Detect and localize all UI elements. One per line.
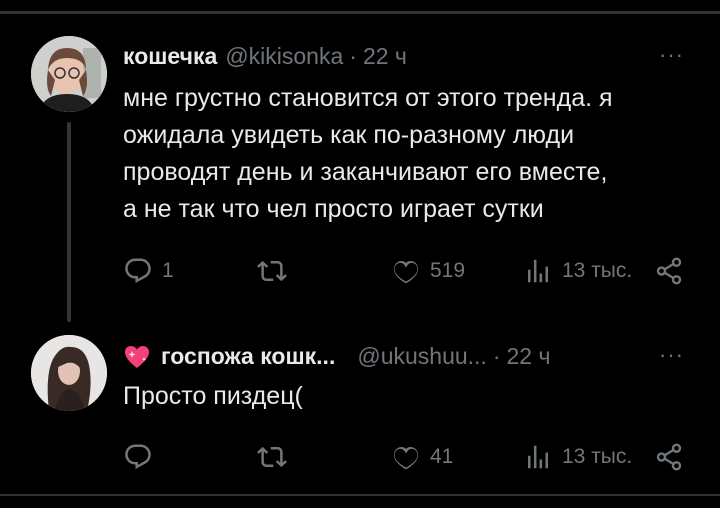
repost-button[interactable] — [257, 442, 296, 472]
bottom-divider — [0, 494, 720, 496]
reply-button[interactable]: 1 — [123, 256, 174, 286]
share-icon — [656, 443, 682, 471]
reply-icon — [125, 444, 151, 470]
heart-icon — [393, 446, 419, 470]
reply-button[interactable] — [123, 442, 162, 472]
tweet-text: Просто пиздец( — [123, 382, 303, 410]
action-bar: 1 519 13 тыс. — [123, 256, 689, 286]
share-button[interactable] — [654, 256, 684, 286]
share-button[interactable] — [654, 442, 684, 472]
reply-count: 1 — [162, 259, 174, 282]
tweet-header: госпожа кошк... @ukushuu... · 22 ч — [123, 343, 550, 370]
share-icon — [656, 257, 682, 285]
views-count: 13 тыс. — [562, 259, 633, 282]
timestamp[interactable]: 22 ч — [507, 343, 551, 370]
top-divider — [0, 11, 720, 14]
separator: · — [492, 343, 501, 369]
repost-button[interactable] — [257, 256, 296, 286]
like-count: 519 — [430, 259, 466, 282]
avatar[interactable] — [31, 335, 107, 411]
like-count: 41 — [430, 445, 454, 468]
views-icon — [528, 445, 548, 469]
author-handle[interactable]: @ukushuu... — [357, 343, 486, 370]
action-bar: 41 13 тыс. — [123, 442, 689, 472]
thread-line — [67, 122, 71, 322]
separator: · — [349, 43, 357, 69]
more-options-icon[interactable]: ··· — [659, 42, 684, 68]
more-options-icon[interactable]: ··· — [659, 342, 684, 368]
sparkling-heart-icon — [125, 345, 149, 368]
author-handle[interactable]: @kikisonka — [225, 43, 343, 70]
heart-icon — [393, 260, 419, 284]
views-button[interactable]: 13 тыс. — [523, 256, 632, 286]
views-count: 13 тыс. — [562, 445, 633, 468]
views-icon — [528, 259, 548, 283]
views-button[interactable]: 13 тыс. — [523, 442, 632, 472]
timestamp[interactable]: 22 ч — [363, 43, 407, 70]
repost-icon — [257, 446, 287, 468]
tweet[interactable]: госпожа кошк... @ukushuu... · 22 ч ··· П… — [0, 330, 720, 494]
tweet[interactable]: кошечка @kikisonka · 22 ч ··· мне грустн… — [0, 30, 720, 330]
author-name[interactable]: госпожа кошк... — [161, 343, 335, 370]
tweet-text: мне грустно становится от этого тренда. … — [123, 84, 613, 223]
tweet-header: кошечка @kikisonka · 22 ч — [123, 43, 407, 70]
author-name[interactable]: кошечка — [123, 43, 217, 70]
avatar[interactable] — [31, 36, 107, 112]
repost-icon — [257, 260, 287, 282]
reply-icon — [125, 258, 151, 284]
like-button[interactable]: 519 — [391, 256, 465, 286]
like-button[interactable]: 41 — [391, 442, 453, 472]
